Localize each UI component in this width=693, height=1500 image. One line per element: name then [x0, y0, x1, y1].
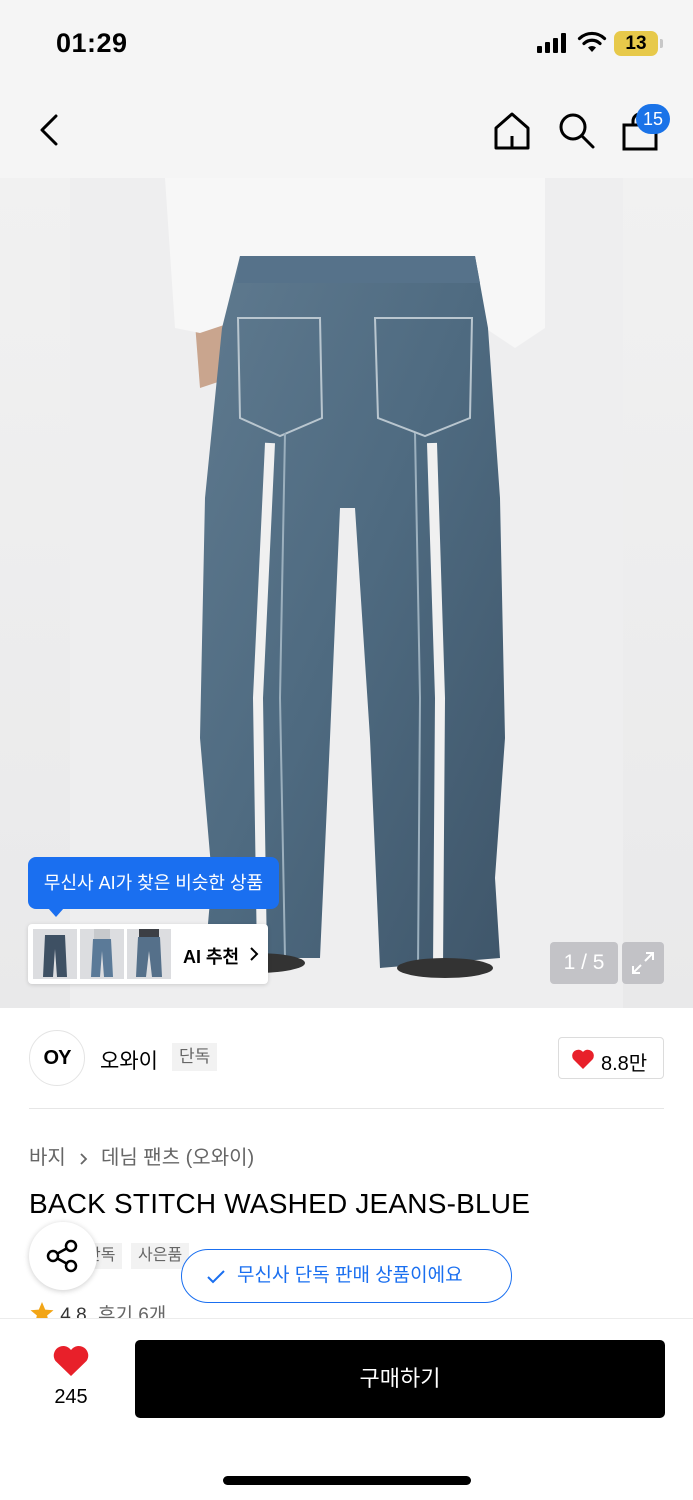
wifi-icon [577, 31, 607, 52]
ai-thumbnail[interactable] [80, 929, 124, 979]
expand-icon [632, 952, 654, 974]
exclusive-notice-text: 무신사 단독 판매 상품이에요 [237, 1265, 463, 1286]
brand-like-button[interactable]: 8.8만 [558, 1037, 664, 1079]
share-icon [46, 1239, 78, 1273]
chevron-right-icon [80, 1153, 88, 1165]
ai-thumbnail[interactable] [33, 929, 77, 979]
back-arrow-icon[interactable] [34, 110, 70, 150]
brand-exclusive-tag: 단독 [172, 1043, 218, 1071]
cellular-signal-icon [537, 33, 566, 53]
expand-image-button[interactable] [622, 942, 664, 984]
home-icon[interactable] [492, 110, 532, 152]
divider [29, 1108, 664, 1109]
ai-recommend-box[interactable]: AI 추천 [28, 924, 268, 984]
brand-logo[interactable]: OY [29, 1030, 85, 1086]
breadcrumb-item[interactable]: 데님 팬츠 (오와이) [101, 1141, 254, 1170]
image-page-indicator: 1 / 5 [550, 942, 618, 984]
brand-name[interactable]: 오와이 [100, 1045, 158, 1075]
buy-button[interactable]: 구매하기 [135, 1340, 665, 1418]
similar-jeans-thumbnail [43, 935, 67, 977]
brand-like-count: 8.8만 [601, 1053, 648, 1075]
share-button[interactable] [29, 1222, 97, 1290]
status-bar: 01:29 13 [0, 0, 693, 88]
product-title: BACK STITCH WASHED JEANS-BLUE [29, 1188, 531, 1219]
exclusive-notice-pill: 무신사 단독 판매 상품이에요 [181, 1249, 512, 1303]
similar-jeans-thumbnail [91, 929, 113, 977]
ai-recommend-tooltip[interactable]: 무신사 AI가 찾은 비슷한 상품 [28, 857, 279, 917]
product-like-button[interactable]: 245 [40, 1344, 102, 1414]
product-tag: 사은품 [131, 1243, 190, 1269]
product-like-count: 245 [54, 1386, 88, 1408]
heart-icon [572, 1049, 594, 1069]
heart-icon [53, 1345, 89, 1376]
home-indicator [223, 1476, 471, 1485]
cart-count-badge: 15 [636, 104, 670, 134]
ai-recommend-label: AI 추천 [183, 947, 240, 967]
similar-jeans-thumbnail [136, 929, 162, 977]
breadcrumb: 바지 데님 팬츠 (오와이) [29, 1141, 254, 1170]
ai-thumbnail[interactable] [127, 929, 171, 979]
search-icon[interactable] [556, 110, 596, 150]
checkmark-icon [207, 1270, 225, 1284]
chevron-right-icon [250, 947, 259, 961]
status-time: 01:29 [56, 28, 128, 58]
battery-indicator: 13 [614, 31, 663, 56]
top-nav-bar [0, 88, 693, 178]
breadcrumb-item[interactable]: 바지 [29, 1141, 66, 1170]
